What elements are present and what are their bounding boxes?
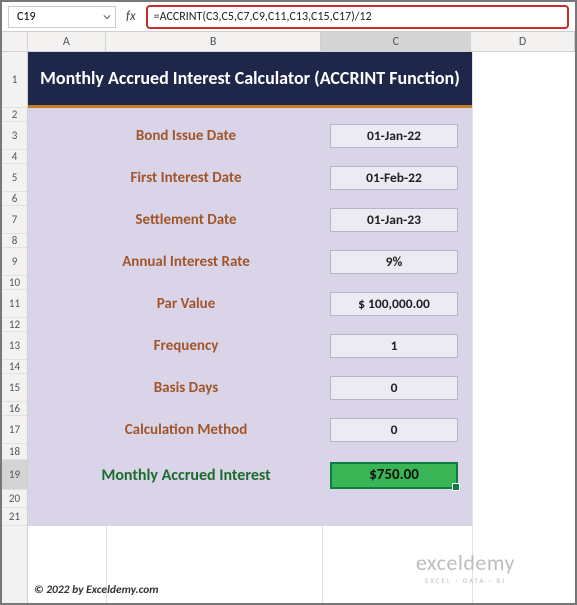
field-value-cell[interactable]: 01-Jan-23 (330, 208, 458, 232)
row-header[interactable]: 8 (2, 234, 27, 248)
field-label: Frequency (42, 337, 330, 355)
row-header[interactable]: 1 (2, 52, 27, 108)
field-label: Annual Interest Rate (42, 253, 330, 271)
row-header[interactable]: 9 (2, 248, 27, 276)
row-header[interactable]: 6 (2, 192, 27, 206)
field-label: First Interest Date (42, 169, 330, 187)
field-row: First Interest Date01-Feb-22 (28, 164, 472, 192)
field-row: Settlement Date01-Jan-23 (28, 206, 472, 234)
col-header-a[interactable]: A (28, 32, 106, 51)
row-header[interactable]: 2 (2, 108, 27, 122)
field-value-cell[interactable]: 01-Jan-22 (330, 124, 458, 148)
watermark-small: EXCEL · DATA · BI (416, 577, 515, 585)
col-header-c[interactable]: C (321, 32, 471, 51)
col-header-d[interactable]: D (471, 32, 575, 51)
formula-input[interactable]: =ACCRINT(C3,C5,C7,C9,C11,C13,C15,C17)/12 (146, 5, 569, 29)
result-row: Monthly Accrued Interest$750.00 (28, 460, 472, 490)
row-headers: 123456789101112131415161718192021 (2, 52, 28, 603)
row-header[interactable]: 20 (2, 490, 27, 508)
select-all-corner[interactable] (2, 32, 28, 51)
result-cell-selected[interactable]: $750.00 (330, 462, 458, 489)
column-headers: A B C D (2, 32, 575, 52)
field-label: Basis Days (42, 379, 330, 397)
field-value-cell[interactable]: 01-Feb-22 (330, 166, 458, 190)
row-header[interactable]: 16 (2, 402, 27, 416)
chevron-down-icon (103, 13, 111, 21)
field-row: Bond Issue Date01-Jan-22 (28, 122, 472, 150)
field-value-cell[interactable]: 0 (330, 376, 458, 400)
name-box[interactable]: C19 (8, 6, 116, 28)
row-header[interactable]: 21 (2, 508, 27, 526)
field-value-cell[interactable]: 9% (330, 250, 458, 274)
field-value-cell[interactable]: 0 (330, 418, 458, 442)
row-header[interactable]: 19 (2, 460, 27, 490)
watermark-big: exceldemy (416, 550, 515, 576)
row-header[interactable]: 5 (2, 164, 27, 192)
name-box-value: C19 (17, 10, 36, 24)
copyright: © 2022 by Exceldemy.com (34, 583, 159, 597)
field-value-cell[interactable]: $ 100,000.00 (330, 292, 458, 316)
row-header[interactable]: 15 (2, 374, 27, 402)
row-header[interactable]: 10 (2, 276, 27, 290)
row-header[interactable]: 11 (2, 290, 27, 318)
row-header[interactable]: 14 (2, 360, 27, 374)
watermark: exceldemy EXCEL · DATA · BI (416, 550, 515, 585)
sheet-title-text: Monthly Accrued Interest Calculator (ACC… (40, 67, 460, 90)
fx-label[interactable]: fx (122, 9, 140, 24)
field-row: Frequency1 (28, 332, 472, 360)
field-row: Calculation Method0 (28, 416, 472, 444)
cells-area[interactable]: Monthly Accrued Interest Calculator (ACC… (28, 52, 575, 603)
row-header[interactable]: 13 (2, 332, 27, 360)
formula-text: =ACCRINT(C3,C5,C7,C9,C11,C13,C15,C17)/12 (154, 10, 372, 24)
calculator-body: Bond Issue Date01-Jan-22 First Interest D… (28, 108, 472, 526)
field-label: Par Value (42, 295, 330, 313)
field-row: Par Value$ 100,000.00 (28, 290, 472, 318)
row-header[interactable]: 18 (2, 444, 27, 460)
row-header[interactable]: 3 (2, 122, 27, 150)
field-row: Basis Days0 (28, 374, 472, 402)
sheet-title: Monthly Accrued Interest Calculator (ACC… (28, 52, 472, 108)
field-row: Annual Interest Rate9% (28, 248, 472, 276)
result-label: Monthly Accrued Interest (42, 466, 330, 485)
formula-bar: C19 fx =ACCRINT(C3,C5,C7,C9,C11,C13,C15,… (2, 2, 575, 32)
row-header[interactable]: 7 (2, 206, 27, 234)
row-header[interactable]: 17 (2, 416, 27, 444)
field-label: Settlement Date (42, 211, 330, 229)
row-header[interactable]: 12 (2, 318, 27, 332)
row-header[interactable]: 4 (2, 150, 27, 164)
col-header-b[interactable]: B (106, 32, 322, 51)
grid: 123456789101112131415161718192021 Monthl… (2, 52, 575, 603)
field-label: Bond Issue Date (42, 127, 330, 145)
field-label: Calculation Method (42, 421, 330, 439)
field-value-cell[interactable]: 1 (330, 334, 458, 358)
